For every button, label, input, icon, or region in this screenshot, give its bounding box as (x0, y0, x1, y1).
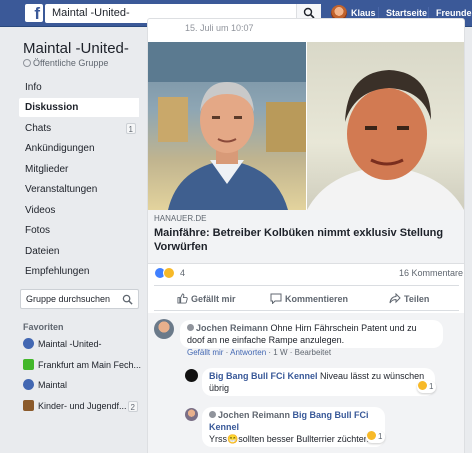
sidebar-item-chats[interactable]: Chats 1 (19, 119, 139, 138)
comment-author-name: Jochen Reimann (196, 323, 269, 333)
verified-icon (187, 324, 194, 331)
sidebar-item-label: Empfehlungen (25, 266, 90, 277)
comment-time[interactable]: 1 W (273, 348, 287, 357)
favorite-group-label: Maintal -United- (38, 339, 102, 349)
sidebar-item-label: Mitglieder (25, 164, 69, 175)
comment-bubble: Jochen Reimann Ohne Hirn Fährschein Pate… (180, 320, 443, 348)
thumbs-up-icon (177, 293, 188, 304)
commenter-avatar[interactable] (154, 319, 174, 339)
like-button[interactable]: Gefällt mir (177, 293, 236, 305)
notification-badge: 2 (127, 401, 138, 412)
comment-author-name[interactable]: Big Bang Bull FCi Kennel (209, 371, 318, 381)
link-preview-image-right[interactable] (307, 42, 464, 210)
sidebar-item-discussion[interactable]: Diskussion (19, 98, 139, 117)
notification-badge: 1 (125, 123, 136, 134)
sidebar-item-label: Fotos (25, 225, 51, 236)
portrait-photo (148, 42, 306, 210)
comment-reaction[interactable]: 1 (417, 381, 437, 393)
sidebar-item-announcements[interactable]: Ankündigungen (19, 139, 139, 158)
sidebar-item-members[interactable]: Mitglieder (19, 160, 139, 179)
comment-bubble: Jochen Reimann Big Bang Bull FCi Kennel … (202, 407, 385, 447)
divider (154, 285, 459, 286)
comment-edited: Bearbeitet (294, 348, 332, 357)
comment-reply-link[interactable]: Antworten (230, 348, 266, 357)
comment-author[interactable]: Jochen Reimann (209, 410, 290, 420)
plant-icon (23, 400, 34, 411)
tree-icon (23, 359, 34, 370)
group-privacy: Öffentliche Gruppe (23, 58, 108, 68)
comment-author[interactable]: Jochen Reimann (187, 323, 268, 333)
sidebar-item-files[interactable]: Dateien (19, 242, 139, 261)
comment-meta: Gefällt mir · Antworten · 1 W · Bearbeit… (187, 348, 332, 357)
favorite-group-item[interactable]: Maintal -United- (23, 336, 141, 352)
favorites-heading: Favoriten (23, 322, 64, 332)
sidebar-item-events[interactable]: Veranstaltungen (19, 180, 139, 199)
comment-label: Kommentieren (285, 294, 349, 304)
comment-icon (270, 293, 282, 305)
group-icon (23, 338, 34, 349)
share-icon (389, 292, 401, 304)
comment-button[interactable]: Kommentieren (270, 293, 348, 305)
favorite-group-label: Kinder- und Jugendf... (38, 401, 127, 411)
sidebar-item-photos[interactable]: Fotos (19, 221, 139, 240)
comment-text: Yrss😁sollten besser Bullterrier züchten (209, 434, 369, 444)
comment-bubble: Big Bang Bull FCi Kennel Niveau lässt zu… (202, 368, 435, 396)
divider (154, 310, 459, 311)
sidebar-item-label: Diskussion (25, 102, 79, 113)
comment-reaction-count: 1 (378, 432, 383, 441)
comment-reaction[interactable]: 1 (366, 431, 386, 443)
sidebar-item-info[interactable]: Info (19, 78, 139, 97)
like-label: Gefällt mir (191, 294, 236, 304)
link-source: HANAUER.DE (154, 214, 207, 223)
verified-icon (209, 411, 216, 418)
sidebar-item-label: Chats (25, 123, 52, 134)
group-search-input[interactable]: Gruppe durchsuchen (20, 289, 139, 309)
home-link[interactable]: Startseite (386, 8, 427, 18)
portrait-photo (307, 70, 464, 210)
haha-reaction-icon (418, 381, 427, 390)
favorite-group-label: Frankfurt am Main Fech... (38, 360, 141, 370)
comment-reaction-count: 1 (429, 382, 434, 391)
find-friends-link[interactable]: Freunde fin (436, 8, 472, 18)
group-icon (23, 379, 34, 390)
sidebar-item-label: Videos (25, 205, 56, 216)
sidebar-item-label: Veranstaltungen (25, 184, 98, 195)
sidebar-item-recommendations[interactable]: Empfehlungen (19, 262, 139, 281)
sidebar-item-videos[interactable]: Videos (19, 201, 139, 220)
commenter-avatar[interactable] (185, 369, 198, 382)
commenter-avatar[interactable] (185, 408, 198, 421)
group-title[interactable]: Maintal -United- (23, 40, 129, 57)
facebook-logo-icon[interactable]: f (25, 4, 43, 22)
group-privacy-label: Öffentliche Gruppe (33, 58, 109, 68)
profile-link[interactable]: Klaus (351, 8, 376, 18)
comment-like-link[interactable]: Gefällt mir (187, 348, 223, 357)
link-title[interactable]: Mainfähre: Betreiber Kolbüken nimmt exkl… (154, 226, 454, 254)
share-button[interactable]: Teilen (389, 292, 430, 305)
favorite-group-item[interactable]: Maintal (23, 377, 141, 393)
reaction-count[interactable]: 4 (180, 268, 185, 278)
sidebar-item-label: Info (25, 82, 42, 93)
haha-reaction-icon (163, 267, 175, 279)
comment-author-name: Jochen Reimann (218, 410, 291, 420)
comment-count[interactable]: 16 Kommentare (399, 268, 463, 278)
link-preview-image-left[interactable] (148, 42, 306, 210)
favorite-group-label: Maintal (38, 380, 68, 390)
globe-icon (23, 59, 31, 67)
favorite-group-item[interactable]: Kinder- und Jugendf... 2 (23, 398, 141, 414)
group-search-placeholder: Gruppe durchsuchen (26, 294, 111, 304)
share-label: Teilen (404, 294, 430, 304)
haha-reaction-icon (367, 431, 376, 440)
sidebar-item-label: Dateien (25, 246, 60, 257)
search-icon[interactable] (122, 294, 133, 305)
sidebar-item-label: Ankündigungen (25, 143, 95, 154)
favorite-group-item[interactable]: Frankfurt am Main Fech... (23, 357, 141, 373)
post-timestamp[interactable]: 15. Juli um 10:07 (185, 23, 254, 33)
